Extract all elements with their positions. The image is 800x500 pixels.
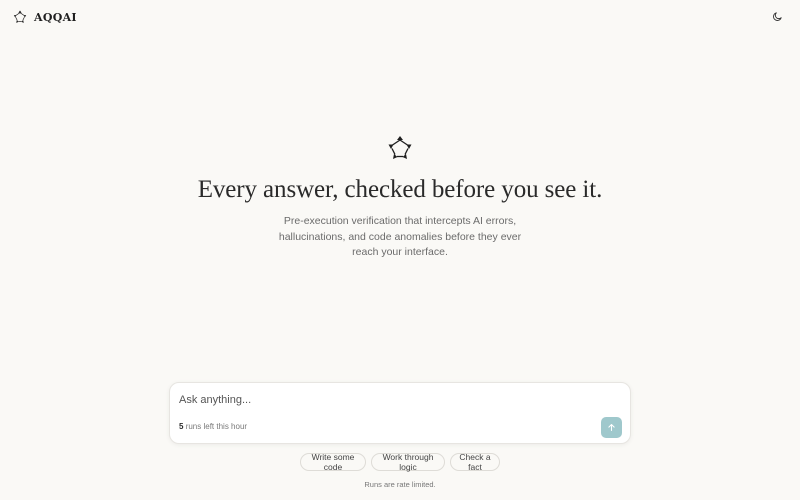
moon-icon — [772, 9, 783, 27]
prompt-input[interactable] — [179, 391, 579, 409]
suggestion-chip-work-logic[interactable]: Work through logic — [371, 452, 445, 472]
rate-limit-note: Runs are rate limited. — [364, 480, 436, 489]
aqqai-logo-icon — [13, 10, 27, 24]
runs-left-indicator: 5 runs left this hour — [179, 422, 247, 431]
hero-subtitle: Pre-execution verification that intercep… — [278, 215, 522, 258]
hero-section: Every answer, checked before you see it.… — [0, 135, 800, 261]
prompt-card: 5 runs left this hour — [169, 382, 631, 444]
runs-left-count: 5 — [179, 422, 184, 431]
hero-title: Every answer, checked before you see it. — [197, 176, 603, 203]
theme-toggle-button[interactable] — [770, 11, 784, 25]
aqqai-logo-icon — [387, 135, 413, 161]
suggestion-chips: Write some code Work through logic Check… — [0, 452, 800, 472]
send-button[interactable] — [601, 417, 622, 438]
suggestion-chip-write-code[interactable]: Write some code — [300, 452, 366, 472]
brand[interactable]: AQQAI — [13, 10, 77, 24]
runs-left-label: runs left this hour — [185, 422, 248, 431]
brand-name: AQQAI — [34, 10, 77, 24]
arrow-up-icon — [607, 420, 616, 435]
top-bar: AQQAI — [0, 0, 800, 36]
suggestion-chip-check-fact[interactable]: Check a fact — [450, 452, 500, 472]
